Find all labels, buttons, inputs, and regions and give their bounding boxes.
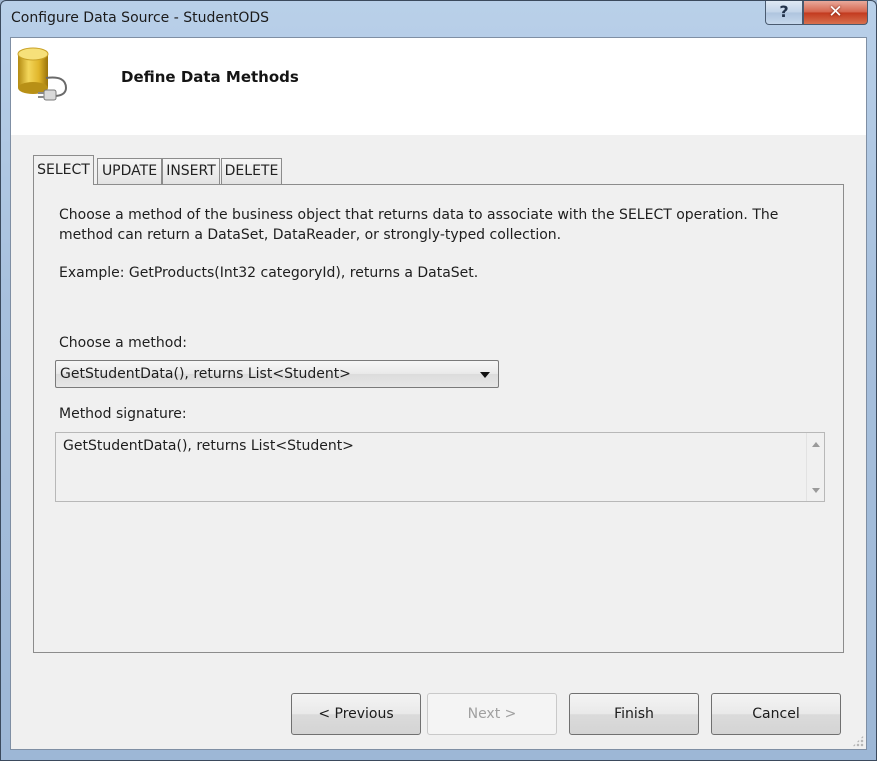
select-tab-panel: Choose a method of the business object t… [33,184,844,653]
method-dropdown-value: GetStudentData(), returns List<Student> [60,366,351,382]
tab-select-label: SELECT [37,162,90,178]
tab-delete[interactable]: DELETE [221,158,282,184]
scroll-down-icon[interactable] [812,488,820,493]
method-signature-label: Method signature: [59,406,187,422]
method-dropdown[interactable]: GetStudentData(), returns List<Student> [55,360,499,388]
cancel-button[interactable]: Cancel [711,693,841,735]
close-icon: ✕ [828,2,843,22]
method-signature-value: GetStudentData(), returns List<Student> [63,438,354,454]
scroll-up-icon[interactable] [812,442,820,447]
help-button[interactable]: ? [765,1,803,25]
tab-update-label: UPDATE [101,163,158,179]
choose-method-label: Choose a method: [59,335,187,351]
finish-button[interactable]: Finish [569,693,699,735]
resize-grip-icon[interactable] [852,735,864,747]
method-signature-box[interactable]: GetStudentData(), returns List<Student> [55,432,825,502]
tab-delete-label: DELETE [224,163,279,179]
previous-button[interactable]: < Previous [291,693,421,735]
tab-insert-label: INSERT [166,163,216,179]
wizard-header: Define Data Methods [11,38,866,135]
dialog-window: Configure Data Source - StudentODS ? ✕ D… [0,0,877,761]
signature-scrollbar[interactable] [806,433,824,501]
next-button: Next > [427,693,557,735]
description-text: Choose a method of the business object t… [59,207,779,243]
page-title: Define Data Methods [121,68,299,86]
close-button[interactable]: ✕ [803,1,868,25]
title-bar[interactable]: Configure Data Source - StudentODS ? ✕ [1,1,876,37]
chevron-down-icon[interactable] [480,372,490,378]
window-title: Configure Data Source - StudentODS [11,10,270,26]
database-plug-icon [17,47,68,101]
example-text: Example: GetProducts(Int32 categoryId), … [59,265,479,281]
help-icon: ? [779,2,789,21]
tab-update[interactable]: UPDATE [97,158,162,184]
dialog-client-area: Define Data Methods SELECT UPDATE INSERT… [10,37,867,750]
tab-select[interactable]: SELECT [33,155,94,185]
tab-insert[interactable]: INSERT [162,158,220,184]
